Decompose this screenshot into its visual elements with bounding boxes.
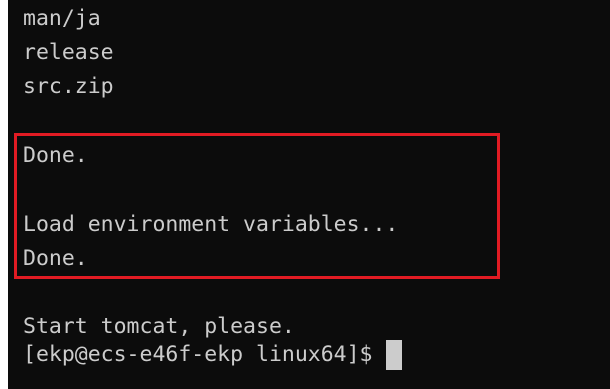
command-prompt[interactable]: [ekp@ecs-e46f-ekp linux64]$ bbox=[23, 338, 403, 372]
prompt-text: [ekp@ecs-e46f-ekp linux64]$ bbox=[23, 342, 386, 367]
highlight-annotation-box bbox=[14, 133, 500, 279]
output-line: src.zip bbox=[23, 74, 114, 99]
text-cursor bbox=[386, 340, 403, 370]
output-line: release bbox=[23, 40, 114, 65]
terminal-window[interactable]: man/ja release src.zip Done. Load enviro… bbox=[8, 0, 610, 389]
output-line: man/ja bbox=[23, 6, 101, 31]
